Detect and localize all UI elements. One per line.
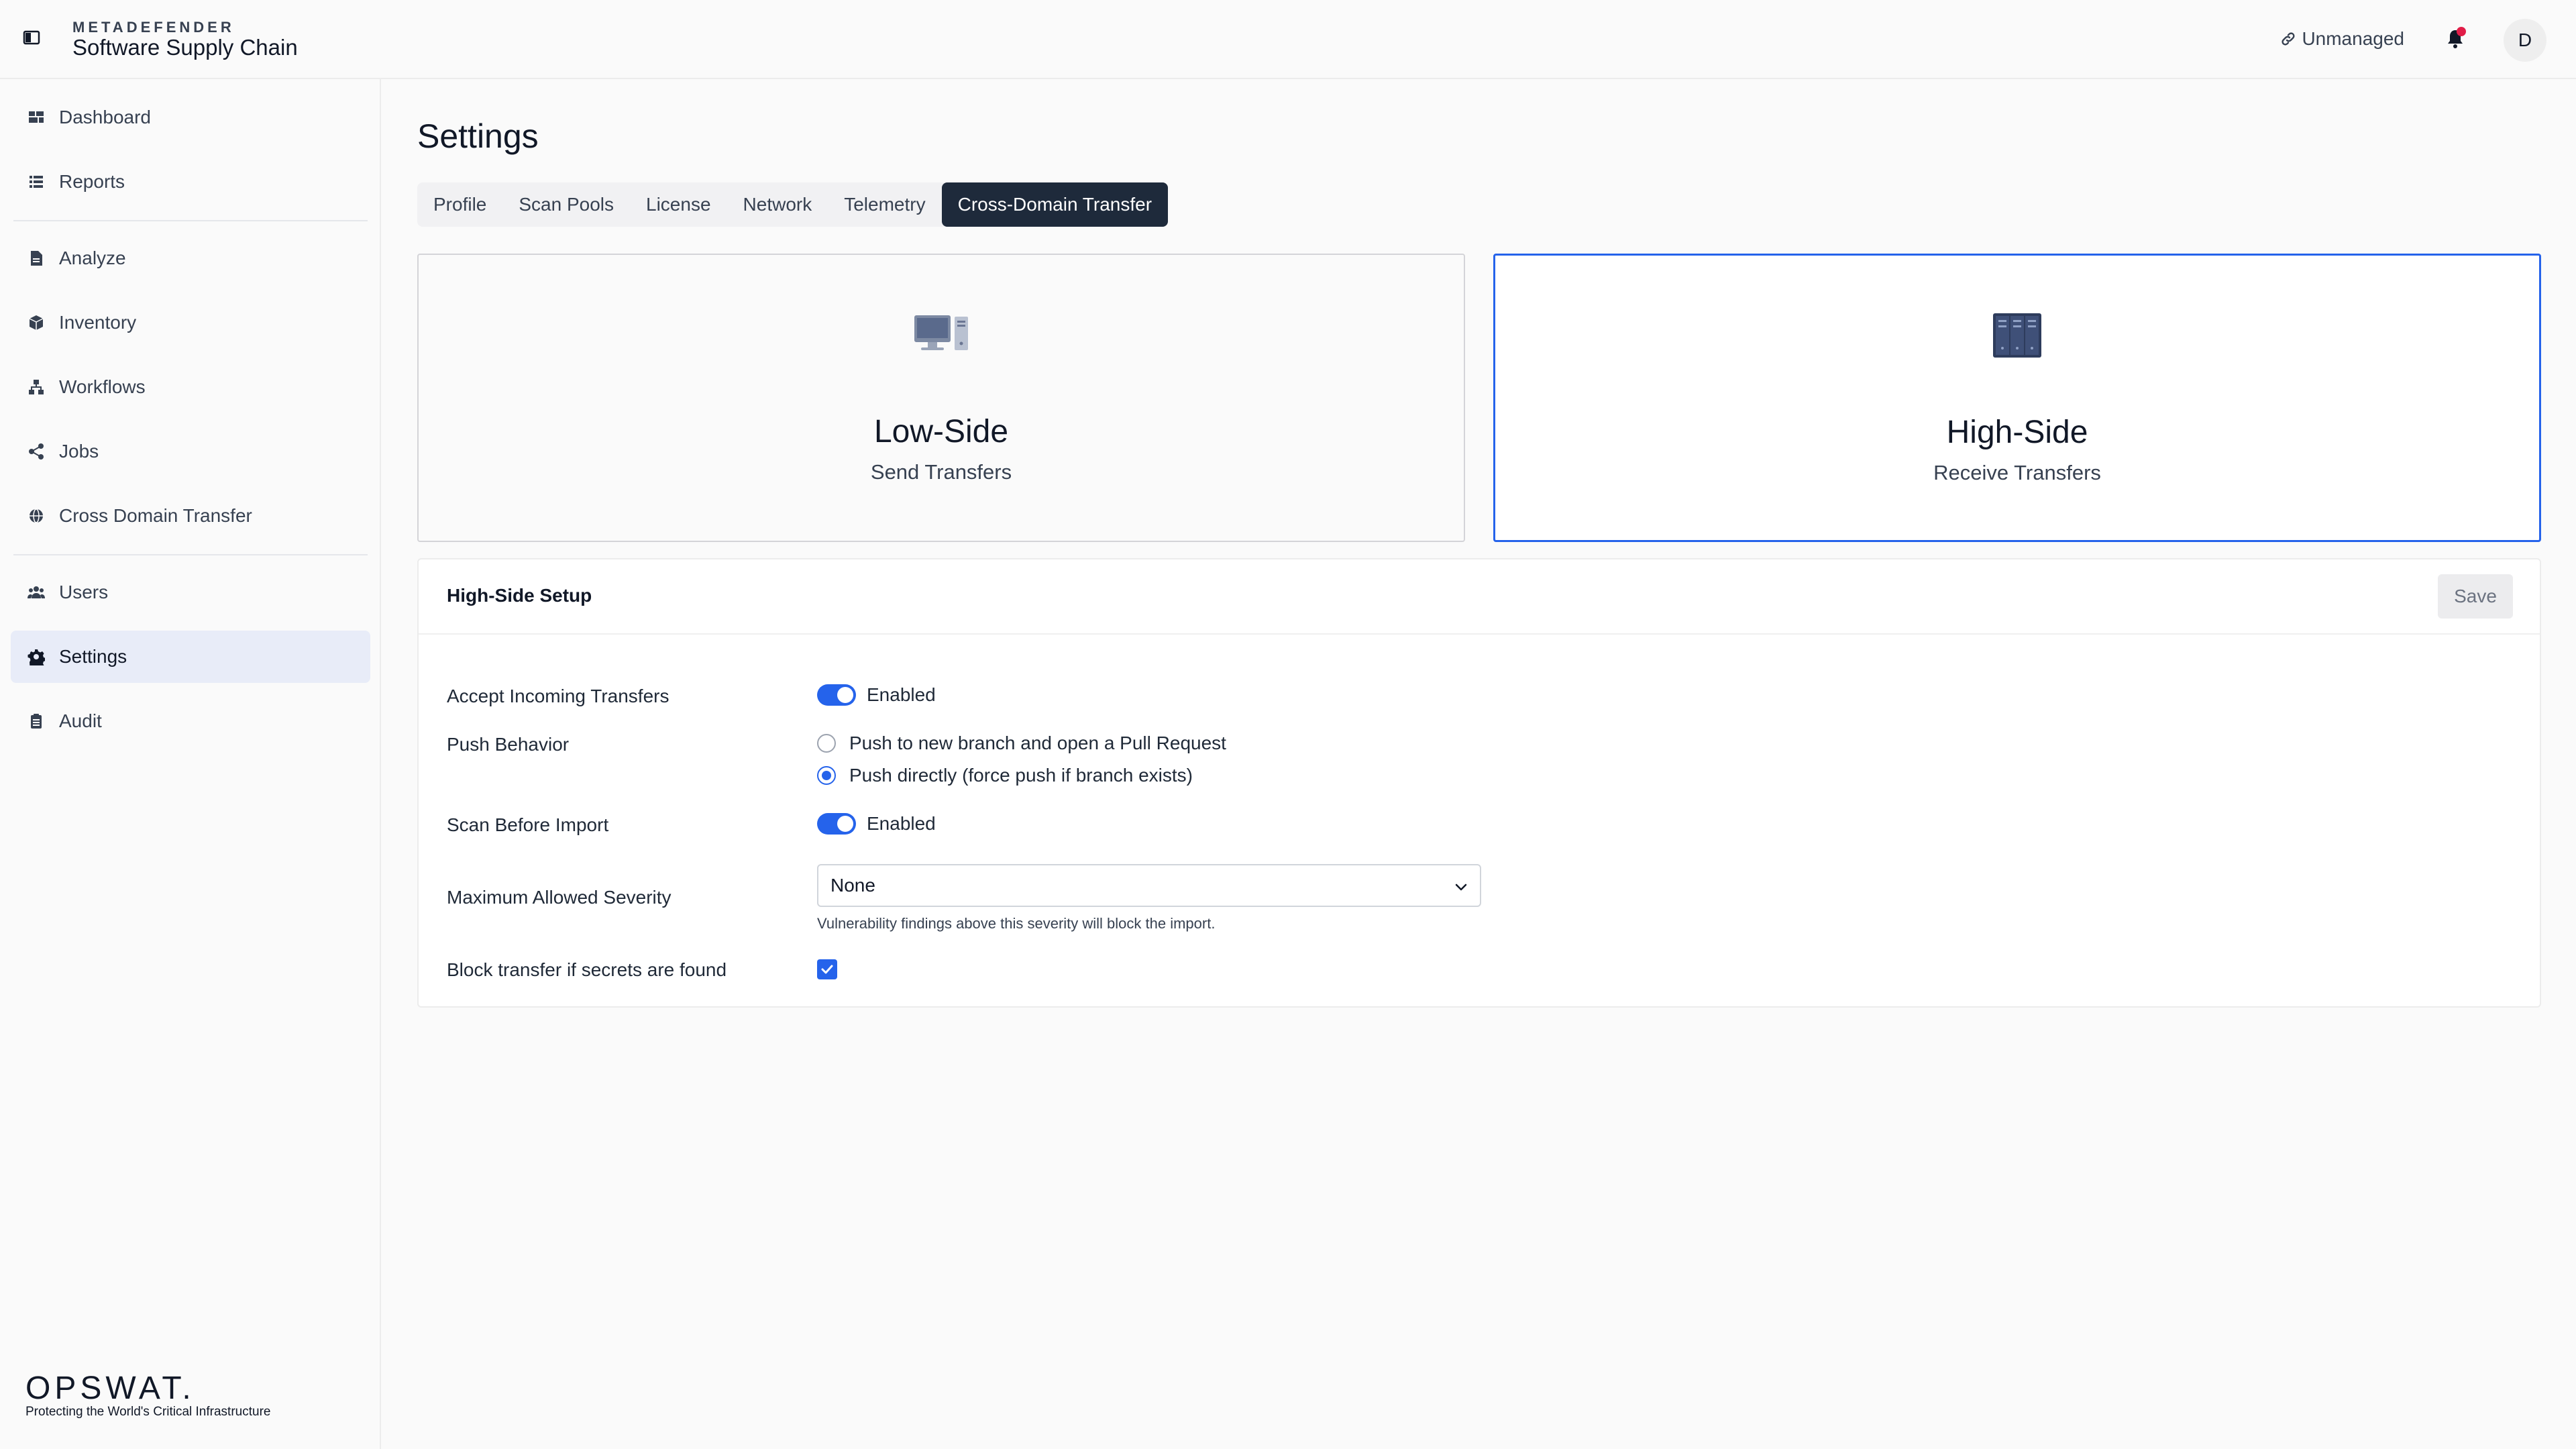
sidebar-item-inventory[interactable]: Inventory <box>11 297 370 349</box>
sidebar-item-label: Reports <box>59 171 125 192</box>
push-option-force-push[interactable]: Push directly (force push if branch exis… <box>817 765 1193 786</box>
accept-incoming-toggle[interactable] <box>817 684 856 706</box>
sidebar-item-settings[interactable]: Settings <box>11 631 370 683</box>
push-behavior-label: Push Behavior <box>447 734 570 755</box>
push-option-radio[interactable] <box>817 766 836 785</box>
brand-product-line: METADEFENDER <box>72 19 235 36</box>
tab-license[interactable]: License <box>630 182 727 227</box>
sidebar-item-label: Users <box>59 582 109 602</box>
sidebar: Dashboard Reports Analyze Inventory Work… <box>0 79 381 1449</box>
sidebar-item-label: Jobs <box>59 441 99 462</box>
low-side-title: Low-Side <box>873 414 1009 449</box>
sidebar-item-users[interactable]: Users <box>11 566 370 619</box>
scan-before-import-toggle[interactable] <box>817 813 856 835</box>
brand-product-name: Software Supply Chain <box>72 35 298 60</box>
settings-tabs: Profile Scan Pools License Network Telem… <box>417 182 1169 227</box>
accept-incoming-label: Accept Incoming Transfers <box>447 686 669 706</box>
gear-icon <box>27 647 46 666</box>
high-side-subtitle: Receive Transfers <box>1933 461 2101 484</box>
max-severity-hint: Vulnerability findings above this severi… <box>817 915 1216 932</box>
avatar[interactable]: D <box>2504 19 2546 62</box>
opswat-tagline: Protecting the World's Critical Infrastr… <box>25 1405 271 1419</box>
sidebar-item-label: Audit <box>59 710 102 731</box>
globe-icon <box>27 506 46 525</box>
sidebar-divider <box>13 554 368 555</box>
setup-header: High-Side Setup Save <box>419 559 2540 635</box>
block-secrets-checkbox[interactable] <box>817 959 837 979</box>
tab-cross-domain-transfer[interactable]: Cross-Domain Transfer <box>941 182 1169 227</box>
unmanaged-label: Unmanaged <box>2302 28 2404 49</box>
save-button[interactable]: Save <box>2438 574 2513 619</box>
high-side-title: High-Side <box>1946 415 2088 450</box>
max-severity-label: Maximum Allowed Severity <box>447 887 672 908</box>
push-option-pull-request[interactable]: Push to new branch and open a Pull Reque… <box>817 733 1226 754</box>
scan-before-import-label: Scan Before Import <box>447 814 609 835</box>
sidebar-item-audit[interactable]: Audit <box>11 695 370 747</box>
opswat-logo: OPSWAT. <box>25 1371 195 1406</box>
sidebar-divider <box>13 220 368 221</box>
accept-incoming-value: Enabled <box>867 684 936 705</box>
sidebar-item-label: Workflows <box>59 376 146 397</box>
unmanaged-link[interactable]: Unmanaged <box>2280 28 2404 50</box>
scan-before-import-value: Enabled <box>867 813 936 834</box>
checkmark-icon <box>821 965 833 974</box>
tab-telemetry[interactable]: Telemetry <box>828 182 941 227</box>
high-side-card[interactable]: High-Side Receive Transfers <box>1493 254 2541 542</box>
push-option-label: Push directly (force push if branch exis… <box>849 765 1193 786</box>
chevron-down-icon <box>1455 883 1467 891</box>
file-icon <box>27 249 46 268</box>
sidebar-item-reports[interactable]: Reports <box>11 156 370 208</box>
low-side-subtitle: Send Transfers <box>870 460 1012 484</box>
share-icon <box>27 442 46 461</box>
tab-scan-pools[interactable]: Scan Pools <box>502 182 630 227</box>
sitemap-icon <box>27 378 46 396</box>
notification-badge <box>2457 27 2466 36</box>
top-bar: METADEFENDER Software Supply Chain Unman… <box>0 0 2576 79</box>
max-severity-select[interactable]: None <box>817 864 1481 907</box>
cube-icon <box>27 313 46 332</box>
sidebar-item-label: Cross Domain Transfer <box>59 505 252 526</box>
high-side-setup-panel: High-Side Setup Save Accept Incoming Tra… <box>417 558 2541 1008</box>
sidebar-item-analyze[interactable]: Analyze <box>11 232 370 284</box>
tab-network[interactable]: Network <box>727 182 828 227</box>
sidebar-toggle-icon[interactable] <box>23 30 40 46</box>
low-side-card[interactable]: Low-Side Send Transfers <box>417 254 1465 542</box>
dashboard-icon <box>27 108 46 127</box>
clipboard-icon <box>27 712 46 731</box>
setup-title: High-Side Setup <box>447 585 592 606</box>
sidebar-item-cross-domain-transfer[interactable]: Cross Domain Transfer <box>11 490 370 542</box>
server-rack-icon <box>1993 313 2041 358</box>
sidebar-item-jobs[interactable]: Jobs <box>11 425 370 478</box>
max-severity-value: None <box>830 875 875 896</box>
sidebar-item-label: Settings <box>59 646 127 667</box>
sidebar-item-label: Inventory <box>59 312 137 333</box>
sidebar-item-label: Dashboard <box>59 107 151 127</box>
scan-before-import-control: Enabled <box>817 813 936 835</box>
desktop-computer-icon <box>914 315 968 350</box>
list-icon <box>27 172 46 191</box>
tab-profile[interactable]: Profile <box>417 182 502 227</box>
link-icon <box>2282 32 2295 46</box>
sidebar-item-workflows[interactable]: Workflows <box>11 361 370 413</box>
page-title: Settings <box>417 117 539 155</box>
sidebar-item-label: Analyze <box>59 248 126 268</box>
block-secrets-label: Block transfer if secrets are found <box>447 959 727 980</box>
push-option-radio[interactable] <box>817 734 836 753</box>
users-icon <box>27 583 46 602</box>
sidebar-item-dashboard[interactable]: Dashboard <box>11 91 370 144</box>
accept-incoming-control: Enabled <box>817 684 936 706</box>
push-option-label: Push to new branch and open a Pull Reque… <box>849 733 1226 753</box>
